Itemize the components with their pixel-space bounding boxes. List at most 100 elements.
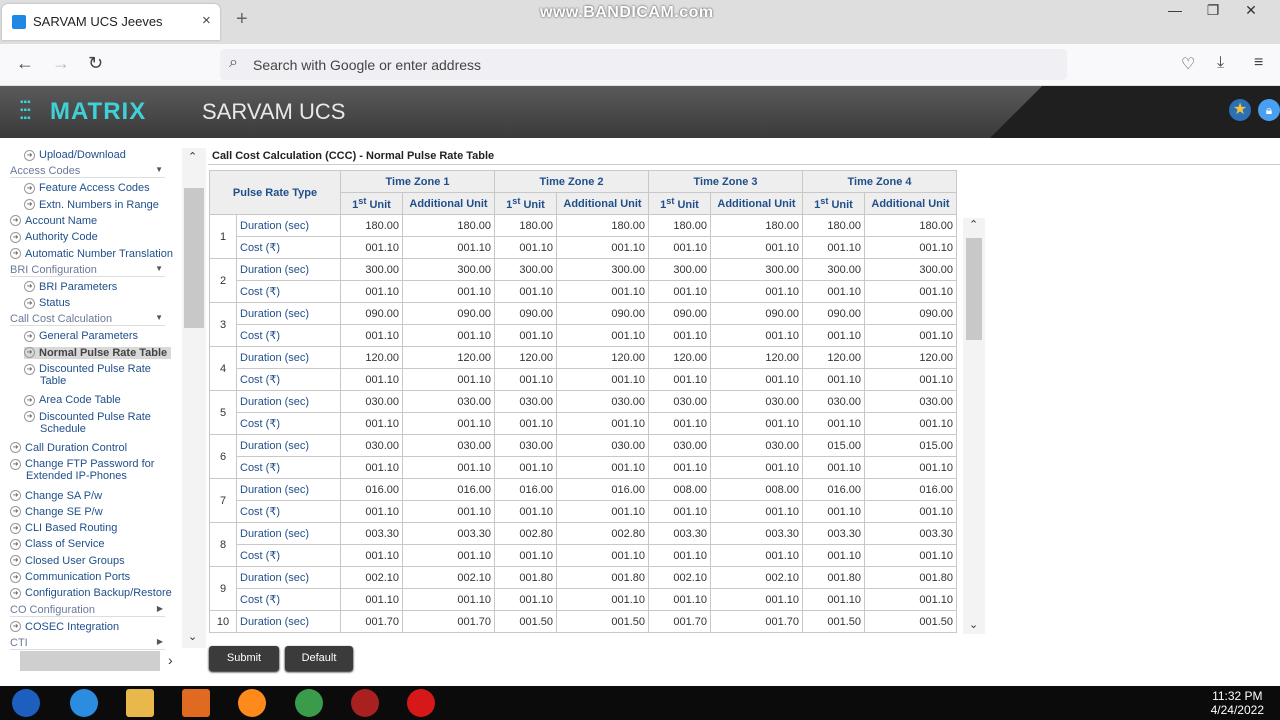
duration-cell[interactable]: 001.80 <box>802 566 865 589</box>
cost-cell[interactable]: 001.10 <box>710 412 803 435</box>
duration-cell[interactable]: 002.10 <box>402 566 495 589</box>
duration-cell[interactable]: 016.00 <box>864 478 957 501</box>
cost-cell[interactable]: 001.10 <box>648 500 711 523</box>
sidebar-item[interactable]: ➜ Extn. Numbers in Range <box>24 199 159 211</box>
sidebar-item[interactable]: ➜ Discounted Pulse Rate Schedule <box>24 411 151 435</box>
cost-cell[interactable]: 001.10 <box>710 236 803 259</box>
duration-cell[interactable]: 001.50 <box>802 610 865 633</box>
download-icon[interactable]: ⤓ <box>1217 54 1224 72</box>
cost-cell[interactable]: 001.10 <box>556 500 649 523</box>
duration-cell[interactable]: 003.30 <box>648 522 711 545</box>
cost-cell[interactable]: 001.10 <box>556 588 649 611</box>
cost-cell[interactable]: 001.10 <box>802 280 865 303</box>
duration-cell[interactable]: 030.00 <box>340 390 403 413</box>
duration-cell[interactable]: 016.00 <box>802 478 865 501</box>
duration-cell[interactable]: 002.10 <box>340 566 403 589</box>
cost-cell[interactable]: 001.10 <box>648 368 711 391</box>
cost-cell[interactable]: 001.10 <box>864 280 957 303</box>
sidebar-item[interactable]: ➜ Communication Ports <box>10 571 130 583</box>
cost-cell[interactable]: 001.10 <box>802 324 865 347</box>
cost-cell[interactable]: 001.10 <box>340 500 403 523</box>
sidebar-item[interactable]: ➜ Change FTP Password for Extended IP-Phon… <box>10 458 154 482</box>
cost-cell[interactable]: 001.10 <box>494 500 557 523</box>
cost-cell[interactable]: 001.10 <box>402 544 495 567</box>
duration-cell[interactable]: 015.00 <box>864 434 957 457</box>
cost-cell[interactable]: 001.10 <box>864 456 957 479</box>
duration-cell[interactable]: 090.00 <box>340 302 403 325</box>
duration-cell[interactable]: 300.00 <box>648 258 711 281</box>
cost-cell[interactable]: 001.10 <box>494 544 557 567</box>
sidebar-item[interactable]: ➜ Account Name <box>10 215 97 227</box>
duration-cell[interactable]: 030.00 <box>556 434 649 457</box>
cost-cell[interactable]: 001.10 <box>648 236 711 259</box>
duration-cell[interactable]: 008.00 <box>648 478 711 501</box>
duration-cell[interactable]: 120.00 <box>340 346 403 369</box>
cost-cell[interactable]: 001.10 <box>494 456 557 479</box>
duration-cell[interactable]: 001.80 <box>556 566 649 589</box>
cost-cell[interactable]: 001.10 <box>556 280 649 303</box>
cost-cell[interactable]: 001.10 <box>494 588 557 611</box>
cost-cell[interactable]: 001.10 <box>802 412 865 435</box>
duration-cell[interactable]: 300.00 <box>402 258 495 281</box>
duration-cell[interactable]: 002.80 <box>494 522 557 545</box>
duration-cell[interactable]: 180.00 <box>802 214 865 237</box>
cost-cell[interactable]: 001.10 <box>710 500 803 523</box>
cost-cell[interactable]: 001.10 <box>402 368 495 391</box>
duration-cell[interactable]: 030.00 <box>494 434 557 457</box>
cost-cell[interactable]: 001.10 <box>402 500 495 523</box>
duration-cell[interactable]: 300.00 <box>802 258 865 281</box>
cost-cell[interactable]: 001.10 <box>402 280 495 303</box>
duration-cell[interactable]: 120.00 <box>648 346 711 369</box>
cost-cell[interactable]: 001.10 <box>340 236 403 259</box>
sidebar-item[interactable]: ➜ Discounted Pulse Rate Table <box>24 363 151 387</box>
duration-cell[interactable]: 180.00 <box>864 214 957 237</box>
ie-icon[interactable] <box>70 689 98 717</box>
cost-cell[interactable]: 001.10 <box>710 280 803 303</box>
cost-cell[interactable]: 001.10 <box>402 324 495 347</box>
duration-cell[interactable]: 300.00 <box>710 258 803 281</box>
cost-cell[interactable]: 001.10 <box>648 456 711 479</box>
duration-cell[interactable]: 001.50 <box>556 610 649 633</box>
chrome-icon[interactable] <box>295 689 323 717</box>
duration-cell[interactable]: 002.10 <box>648 566 711 589</box>
scroll-up-icon[interactable]: ⌃ <box>188 150 197 163</box>
duration-cell[interactable]: 002.10 <box>710 566 803 589</box>
lock-icon[interactable]: 🔒︎ <box>1258 99 1280 121</box>
reload-icon[interactable]: ↻ <box>88 53 103 74</box>
submit-button[interactable]: Submit <box>209 646 279 671</box>
duration-cell[interactable]: 008.00 <box>710 478 803 501</box>
cost-cell[interactable]: 001.10 <box>340 544 403 567</box>
duration-cell[interactable]: 003.30 <box>802 522 865 545</box>
duration-cell[interactable]: 180.00 <box>710 214 803 237</box>
duration-cell[interactable]: 001.80 <box>864 566 957 589</box>
cost-cell[interactable]: 001.10 <box>864 588 957 611</box>
duration-cell[interactable]: 003.30 <box>402 522 495 545</box>
cost-cell[interactable]: 001.10 <box>402 588 495 611</box>
duration-cell[interactable]: 180.00 <box>556 214 649 237</box>
duration-cell[interactable]: 120.00 <box>402 346 495 369</box>
duration-cell[interactable]: 090.00 <box>802 302 865 325</box>
duration-cell[interactable]: 002.80 <box>556 522 649 545</box>
duration-cell[interactable]: 030.00 <box>340 434 403 457</box>
cost-cell[interactable]: 001.10 <box>648 544 711 567</box>
duration-cell[interactable]: 030.00 <box>648 390 711 413</box>
cost-cell[interactable]: 001.10 <box>340 588 403 611</box>
cost-cell[interactable]: 001.10 <box>556 412 649 435</box>
cost-cell[interactable]: 001.10 <box>864 544 957 567</box>
duration-cell[interactable]: 090.00 <box>710 302 803 325</box>
sidebar-item[interactable]: ➜ Configuration Backup/Restore <box>10 587 172 599</box>
scroll-down-icon[interactable]: ⌄ <box>969 618 978 631</box>
bandicam-icon[interactable] <box>407 689 435 717</box>
duration-cell[interactable]: 030.00 <box>710 390 803 413</box>
cost-cell[interactable]: 001.10 <box>864 368 957 391</box>
sidebar-section-header[interactable]: BRI Configuration ▼ <box>10 264 165 277</box>
duration-cell[interactable]: 003.30 <box>340 522 403 545</box>
default-button[interactable]: Default <box>285 646 353 671</box>
maximize-button[interactable]: ❐ <box>1194 2 1232 19</box>
sidebar-item[interactable]: ➜ Change SA P/w <box>10 490 102 502</box>
cost-cell[interactable]: 001.10 <box>864 236 957 259</box>
browser-tab[interactable]: SARVAM UCS Jeeves × <box>2 4 220 40</box>
sidebar-section-header[interactable]: CO Configuration ▶ <box>10 604 165 617</box>
sidebar-item[interactable]: ➜ Status <box>24 297 70 309</box>
duration-cell[interactable]: 030.00 <box>402 434 495 457</box>
